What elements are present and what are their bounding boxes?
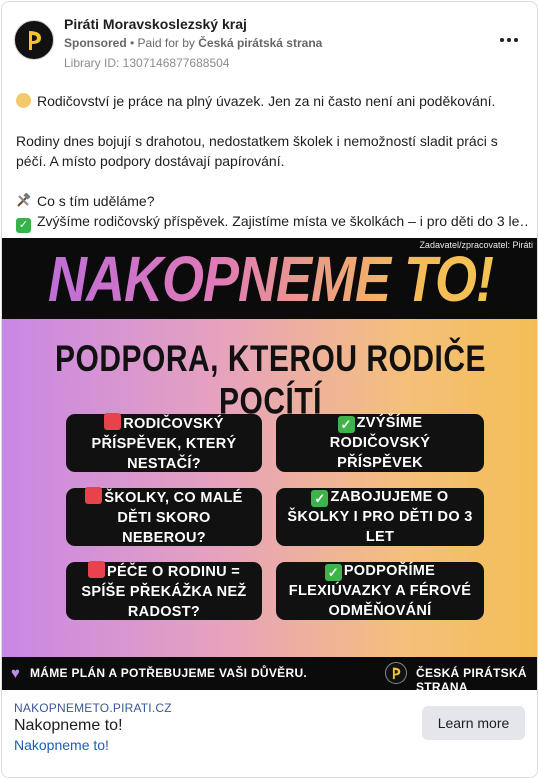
- link-title[interactable]: Nakopneme to!: [14, 717, 123, 735]
- more-options-icon[interactable]: [495, 30, 523, 50]
- hammer-wrench-icon: [16, 192, 31, 208]
- paid-prefix: • Paid for by: [126, 36, 199, 50]
- sponsored-label: Sponsored: [64, 36, 127, 50]
- link-description[interactable]: Nakopneme to!: [14, 737, 109, 753]
- page-avatar[interactable]: [14, 20, 54, 60]
- sponsor-line: Sponsored • Paid for by Česká pirátská s…: [64, 36, 322, 50]
- problem-pill: ŠKOLKY, CO MALÉ DĚTI SKORO NEBEROU?: [66, 486, 262, 546]
- body-line-4: Co s tím uděláme?: [16, 191, 528, 211]
- pirate-flag-logo-icon: [385, 662, 407, 684]
- check-mark-icon: ✓: [337, 416, 355, 433]
- solution-pill: ✓ ZABOJUJEME O ŠKOLKY I PRO DĚTI DO 3 LET: [276, 488, 484, 546]
- ad-body-text: Rodičovství je práce na plný úvazek. Jen…: [16, 91, 528, 233]
- body-line-5: ✓ Zvýšíme rodičovský příspěvek. Zajistíme…: [16, 211, 528, 233]
- body-line-2: Rodiny dnes bojují s drahotou, nedostatk…: [16, 133, 498, 149]
- ad-card: Piráti Moravskoslezský kraj Sponsored • …: [1, 1, 538, 778]
- check-mark-icon: ✓: [311, 490, 329, 507]
- problem-pill: PÉČE O RODINU = SPÍŠE PŘEKÁŽKA NEŽ RADOS…: [66, 560, 262, 620]
- problem-pill: RODIČOVSKÝ PŘÍSPĚVEK, KTERÝ NESTAČÍ?: [66, 412, 262, 472]
- red-square-icon: [85, 486, 103, 504]
- purple-heart-icon: ♥: [11, 665, 20, 682]
- baby-emoji-icon: [16, 93, 31, 108]
- creative-subheadline: PODPORA, KTEROU RODIČE POCÍTÍ: [54, 338, 487, 423]
- solution-pill: ✓ PODPOŘÍME FLEXIÚVAZKY A FÉROVÉ ODMĚŇOVÁ…: [276, 562, 484, 620]
- pirate-flag-logo-icon: [29, 31, 41, 50]
- payer-name[interactable]: Česká pirátská strana: [198, 36, 322, 50]
- link-preview-bar[interactable]: NAKOPNEMETO.PIRATI.CZ Nakopneme to! Nako…: [2, 690, 537, 777]
- body-line-1: Rodičovství je práce na plný úvazek. Jen…: [16, 91, 528, 111]
- ad-header: Piráti Moravskoslezský kraj Sponsored • …: [2, 2, 537, 78]
- body-line-3: péčí. A místo podpory dostávají papírová…: [16, 153, 285, 169]
- ad-creative-image[interactable]: Zadavatel/zpracovatel: Piráti NAKOPNEME …: [2, 238, 537, 690]
- creative-headline: NAKOPNEME TO!: [2, 245, 537, 316]
- party-name: ČESKÁ PIRÁTSKÁ STRANA: [416, 666, 527, 690]
- creative-gradient-panel: PODPORA, KTEROU RODIČE POCÍTÍ RODIČOVSKÝ…: [2, 319, 537, 657]
- link-domain[interactable]: NAKOPNEMETO.PIRATI.CZ: [14, 701, 172, 715]
- page-name[interactable]: Piráti Moravskoslezský kraj: [64, 16, 247, 32]
- library-id: Library ID: 1307146877688504: [64, 56, 230, 70]
- trust-line: MÁME PLÁN A POTŘEBUJEME VAŠI DŮVĚRU.: [30, 666, 308, 680]
- creative-footer-strip: ♥ MÁME PLÁN A POTŘEBUJEME VAŠI DŮVĚRU. Č…: [2, 657, 537, 690]
- check-mark-icon: ✓: [16, 218, 31, 233]
- check-mark-icon: ✓: [324, 564, 342, 581]
- red-square-icon: [87, 560, 105, 578]
- learn-more-button[interactable]: Learn more: [422, 706, 525, 740]
- red-square-icon: [104, 412, 122, 430]
- solution-pill: ✓ ZVÝŠÍME RODIČOVSKÝ PŘÍSPĚVEK: [276, 414, 484, 472]
